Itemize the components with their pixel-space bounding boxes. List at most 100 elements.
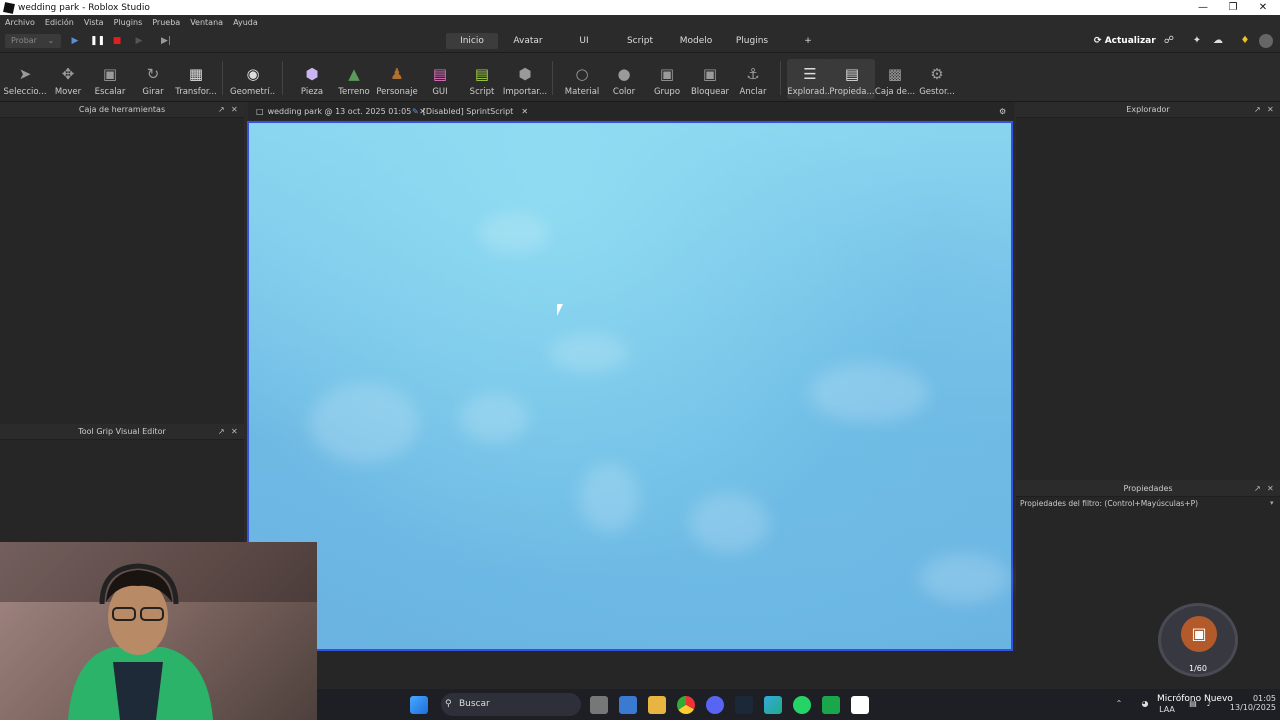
rotate-tool[interactable]: ↻ Girar [130, 59, 176, 99]
properties-tool[interactable]: ▤ Propieda... [829, 59, 875, 99]
tab-modelo[interactable]: Modelo [674, 33, 718, 49]
tool-label: Personaje [376, 87, 418, 97]
close-icon[interactable]: ✕ [1248, 0, 1278, 15]
network-icon[interactable]: ▤ [1187, 699, 1199, 708]
cloud [479, 213, 549, 253]
menu-archivo[interactable]: Archivo [5, 18, 35, 27]
clock-time: 01:05 [1252, 694, 1276, 703]
update-button[interactable]: ⟳ Actualizar [1094, 34, 1156, 48]
roblox-studio-icon[interactable] [851, 696, 869, 714]
microphone-icon[interactable]: ◕ [1139, 699, 1151, 708]
app-icon[interactable] [822, 696, 840, 714]
edge-icon[interactable] [764, 696, 782, 714]
undock-icon[interactable]: ↗ [218, 102, 225, 118]
discord-icon[interactable] [706, 696, 724, 714]
close-icon[interactable]: ✕ [521, 104, 528, 119]
task-view-icon[interactable] [590, 696, 608, 714]
script-icon: ✎ [412, 107, 419, 116]
undock-icon[interactable]: ↗ [1254, 481, 1261, 497]
tab-add[interactable]: + [798, 33, 818, 49]
menu-ventana[interactable]: Ventana [190, 18, 223, 27]
close-icon[interactable]: ✕ [1267, 481, 1274, 497]
tab-wedding-park[interactable]: □ wedding park @ 13 oct. 2025 01:05 ✕ [256, 104, 426, 119]
search-icon: ⚲ [445, 699, 452, 709]
geometry-tool[interactable]: ◉ Geometrí... [230, 59, 276, 99]
assistant-icon[interactable]: ✦ [1190, 34, 1204, 48]
menu-bar: Archivo Edición Vista Plugins Prueba Ven… [0, 15, 1280, 29]
material-tool[interactable]: ○ Material [559, 59, 605, 99]
minimize-icon[interactable]: — [1188, 0, 1218, 15]
menu-vista[interactable]: Vista [84, 18, 104, 27]
tool-label: Importar... [502, 87, 548, 97]
scale-tool[interactable]: ▣ Escalar [87, 59, 133, 99]
menu-prueba[interactable]: Prueba [152, 18, 180, 27]
properties-panel: Propiedades del filtro: (Control+Mayúscu… [1016, 497, 1280, 651]
stop-icon[interactable]: ■ [111, 34, 123, 48]
menu-edicion[interactable]: Edición [45, 18, 74, 27]
tool-label: Explorad... [787, 87, 833, 97]
lock-tool[interactable]: ▣ Bloquear [687, 59, 733, 99]
windows-start-icon[interactable] [410, 696, 428, 714]
folder-icon[interactable] [648, 696, 666, 714]
cloud-icon[interactable]: ☁ [1211, 34, 1225, 48]
pause-icon[interactable]: ❚❚ [90, 34, 105, 48]
chrome-icon[interactable] [677, 696, 695, 714]
tab-script[interactable]: Script [618, 33, 662, 49]
manager-tool[interactable]: ⚙ Gestor... [914, 59, 960, 99]
group-tool[interactable]: ▣ Grupo [644, 59, 690, 99]
select-arrow-icon: ➤ [18, 65, 32, 83]
tab-plugins[interactable]: Plugins [730, 33, 774, 49]
close-icon[interactable]: ✕ [231, 102, 238, 118]
import-tool[interactable]: ⬢ Importar... [502, 59, 548, 99]
tab-ui[interactable]: UI [568, 33, 600, 49]
clock[interactable]: 01:05 13/10/2025 [1222, 694, 1276, 712]
color-tool[interactable]: ● Color [601, 59, 647, 99]
tab-inicio[interactable]: Inicio [446, 33, 498, 49]
menu-ayuda[interactable]: Ayuda [233, 18, 258, 27]
chevron-up-icon[interactable]: ⌃ [1113, 699, 1125, 708]
terrain-icon: ▲ [348, 65, 360, 83]
undock-icon[interactable]: ↗ [218, 424, 225, 440]
avatar[interactable] [1259, 34, 1273, 48]
undock-icon[interactable]: ↗ [1254, 102, 1261, 118]
explorer-panel-title: Explorador [1126, 105, 1170, 114]
explorer-tool[interactable]: ☰ Explorad... [787, 59, 833, 99]
step-icon[interactable]: ▶ [133, 34, 145, 48]
cloud [549, 333, 629, 373]
toolbox-tool[interactable]: ▩ Caja de... [872, 59, 918, 99]
skip-icon[interactable]: ▶| [160, 34, 172, 48]
properties-filter-input[interactable]: Propiedades del filtro: (Control+Mayúscu… [1020, 499, 1198, 508]
gear-icon[interactable]: ⚙ [999, 104, 1006, 119]
transform-tool[interactable]: ▦ Transfor... [173, 59, 219, 99]
move-tool[interactable]: ✥ Mover [45, 59, 91, 99]
close-icon[interactable]: ✕ [1267, 102, 1274, 118]
taskbar-search[interactable]: ⚲ Buscar [441, 693, 581, 716]
properties-icon: ▤ [844, 65, 860, 83]
3d-viewport[interactable] [247, 121, 1013, 651]
tab-avatar[interactable]: Avatar [503, 33, 553, 49]
update-label: Actualizar [1104, 36, 1156, 46]
roblox-logo-icon [3, 1, 15, 14]
close-icon[interactable]: ✕ [231, 424, 238, 440]
bell-icon[interactable]: ♦ [1238, 34, 1252, 48]
lang-indicator[interactable]: LAA [1155, 705, 1179, 714]
rotate-icon: ↻ [146, 65, 160, 83]
terrain-tool[interactable]: ▲ Terreno [331, 59, 377, 99]
chevron-down-icon[interactable]: ▾ [1270, 499, 1274, 507]
play-mode-dropdown[interactable]: Probar ⌄ [5, 34, 61, 48]
restore-icon[interactable]: ❐ [1218, 0, 1248, 15]
menu-plugins[interactable]: Plugins [114, 18, 143, 27]
gui-tool[interactable]: ▤ GUI [417, 59, 463, 99]
part-tool[interactable]: ⬢ Pieza [289, 59, 335, 99]
steam-icon[interactable] [735, 696, 753, 714]
whatsapp-icon[interactable] [793, 696, 811, 714]
character-tool[interactable]: ♟ Personaje [374, 59, 420, 99]
play-icon[interactable]: ▶ [69, 34, 81, 48]
select-tool[interactable]: ➤ Seleccio... [2, 59, 48, 99]
share-icon[interactable]: ☍ [1162, 34, 1176, 48]
volume-icon[interactable]: ♪ [1203, 699, 1215, 708]
store-icon[interactable] [619, 696, 637, 714]
anchor-tool[interactable]: ⚓ Anclar [730, 59, 776, 99]
tab-sprintscript[interactable]: ✎ [Disabled] SprintScript ✕ [412, 104, 528, 119]
script-tool[interactable]: ▤ Script [459, 59, 505, 99]
